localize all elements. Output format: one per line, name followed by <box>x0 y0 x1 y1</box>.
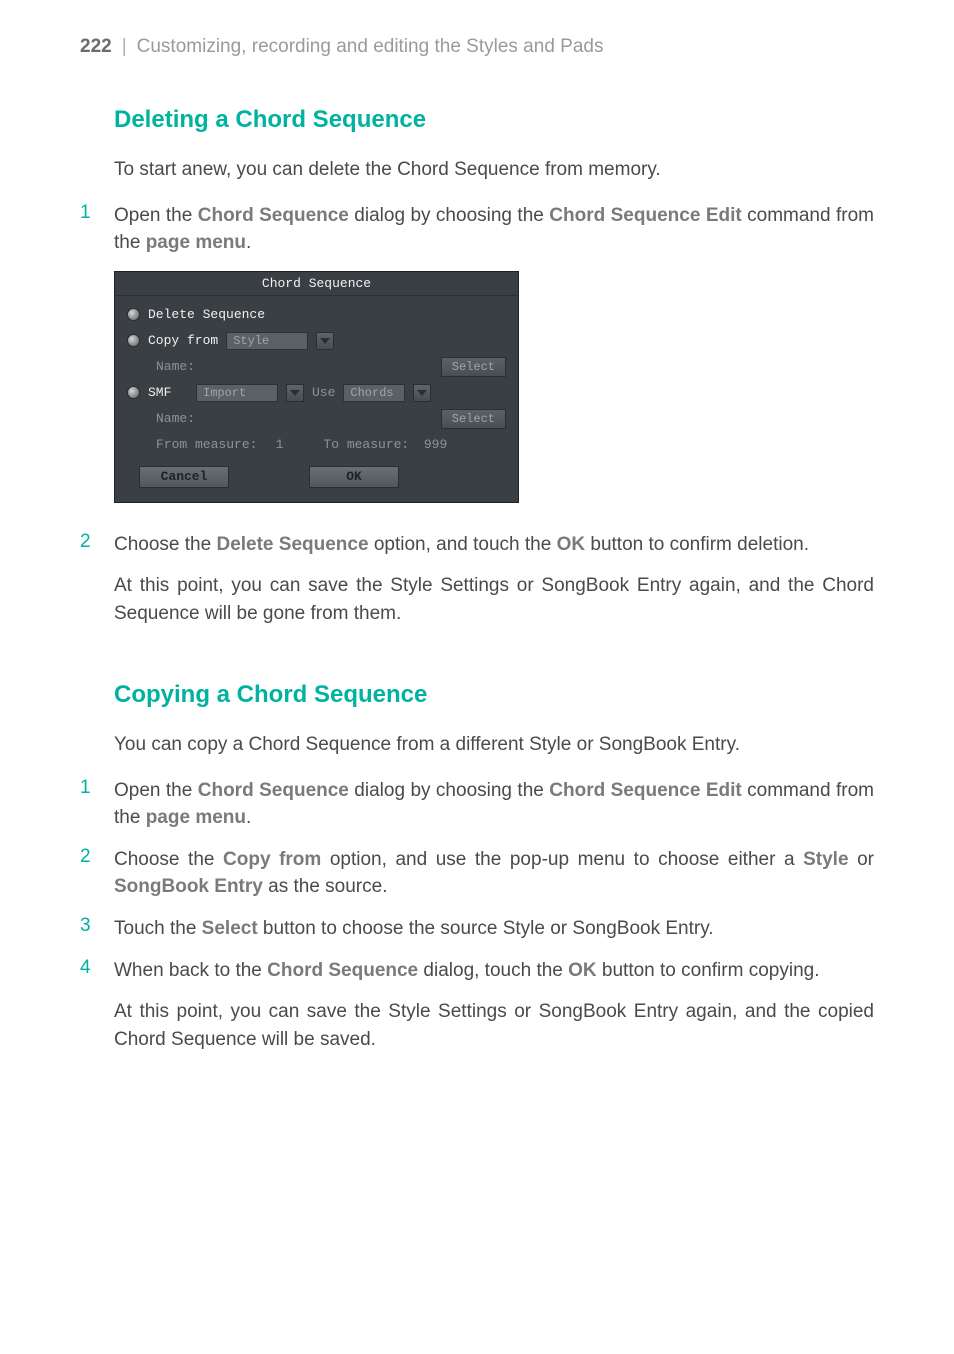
term-songbook-entry: SongBook Entry <box>114 876 263 897</box>
header-separator: | <box>122 36 127 58</box>
section2-after: At this point, you can save the Style Se… <box>114 998 874 1053</box>
to-measure-label: To measure: <box>323 437 409 452</box>
smf-value[interactable]: Import <box>196 384 278 402</box>
text: dialog, touch the <box>418 960 568 981</box>
page-header: 222 | Customizing, recording and editing… <box>80 36 874 58</box>
text: When back to the <box>114 960 267 981</box>
step-number: 1 <box>80 202 114 257</box>
text: . <box>246 807 251 828</box>
section2-step2: 2 Choose the Copy from option, and use t… <box>80 846 874 901</box>
step-body: Choose the Delete Sequence option, and t… <box>114 531 874 559</box>
name2-label: Name: <box>156 411 195 426</box>
term-style: Style <box>803 849 848 870</box>
text: Choose the <box>114 849 223 870</box>
term-chord-sequence: Chord Sequence <box>198 780 349 801</box>
select-button-2[interactable]: Select <box>441 409 506 429</box>
term-chord-sequence-edit: Chord Sequence Edit <box>549 780 741 801</box>
to-measure-value: 999 <box>417 437 447 452</box>
section2-step4: 4 When back to the Chord Sequence dialog… <box>80 957 874 985</box>
section1-intro: To start anew, you can delete the Chord … <box>114 156 874 184</box>
term-delete-sequence: Delete Sequence <box>216 534 368 555</box>
term-ok: OK <box>557 534 586 555</box>
section2-intro: You can copy a Chord Sequence from a dif… <box>114 731 874 759</box>
from-measure-value: 1 <box>265 437 283 452</box>
text: Choose the <box>114 534 216 555</box>
text: Open the <box>114 780 198 801</box>
from-measure-label: From measure: <box>156 437 257 452</box>
chevron-down-icon <box>290 390 300 396</box>
text: dialog by choosing the <box>349 780 549 801</box>
use-label: Use <box>312 385 335 400</box>
radio-copy-from[interactable] <box>127 334 140 347</box>
chevron-down-icon <box>320 338 330 344</box>
term-chord-sequence: Chord Sequence <box>267 960 418 981</box>
step-number: 4 <box>80 957 114 985</box>
use-dropdown[interactable] <box>413 384 431 402</box>
term-chord-sequence-edit: Chord Sequence Edit <box>549 205 741 226</box>
term-page-menu: page menu <box>146 232 246 253</box>
smf-label: SMF <box>148 385 188 400</box>
step-body: When back to the Chord Sequence dialog, … <box>114 957 874 985</box>
text: button to choose the source Style or Son… <box>258 918 714 939</box>
text: as the source. <box>263 876 388 897</box>
text: Touch the <box>114 918 202 939</box>
copy-from-dropdown[interactable] <box>316 332 334 350</box>
header-title: Customizing, recording and editing the S… <box>137 36 604 58</box>
radio-delete-sequence[interactable] <box>127 308 140 321</box>
copy-from-value[interactable]: Style <box>226 332 308 350</box>
ok-button[interactable]: OK <box>309 466 399 488</box>
text: option, and use the pop-up menu to choos… <box>321 849 803 870</box>
section1-step2: 2 Choose the Delete Sequence option, and… <box>80 531 874 559</box>
section1-step1: 1 Open the Chord Sequence dialog by choo… <box>80 202 874 257</box>
text: button to confirm copying. <box>597 960 820 981</box>
copy-from-label: Copy from <box>148 333 218 348</box>
smf-dropdown[interactable] <box>286 384 304 402</box>
cancel-button[interactable]: Cancel <box>139 466 229 488</box>
text: button to confirm deletion. <box>585 534 809 555</box>
radio-smf[interactable] <box>127 386 140 399</box>
section1-after: At this point, you can save the Style Se… <box>114 572 874 627</box>
section-heading-deleting: Deleting a Chord Sequence <box>114 106 874 134</box>
text: Open the <box>114 205 198 226</box>
step-body: Choose the Copy from option, and use the… <box>114 846 874 901</box>
step-number: 2 <box>80 531 114 559</box>
select-button-1[interactable]: Select <box>441 357 506 377</box>
chevron-down-icon <box>417 390 427 396</box>
dialog-title: Chord Sequence <box>115 272 518 296</box>
term-chord-sequence: Chord Sequence <box>198 205 349 226</box>
step-body: Touch the Select button to choose the so… <box>114 915 874 943</box>
text: . <box>246 232 251 253</box>
page-number: 222 <box>80 36 112 58</box>
delete-sequence-label: Delete Sequence <box>148 307 265 322</box>
step-body: Open the Chord Sequence dialog by choosi… <box>114 777 874 832</box>
chord-sequence-dialog: Chord Sequence Delete Sequence Copy from… <box>114 271 519 503</box>
text: or <box>849 849 874 870</box>
term-copy-from: Copy from <box>223 849 321 870</box>
use-value[interactable]: Chords <box>343 384 405 402</box>
step-number: 2 <box>80 846 114 901</box>
section2-step3: 3 Touch the Select button to choose the … <box>80 915 874 943</box>
term-page-menu: page menu <box>146 807 246 828</box>
dialog-screenshot: Chord Sequence Delete Sequence Copy from… <box>114 271 874 503</box>
name1-label: Name: <box>156 359 195 374</box>
section2-step1: 1 Open the Chord Sequence dialog by choo… <box>80 777 874 832</box>
step-number: 3 <box>80 915 114 943</box>
step-number: 1 <box>80 777 114 832</box>
section-heading-copying: Copying a Chord Sequence <box>114 681 874 709</box>
step-body: Open the Chord Sequence dialog by choosi… <box>114 202 874 257</box>
term-ok: OK <box>568 960 597 981</box>
text: dialog by choosing the <box>349 205 549 226</box>
text: option, and touch the <box>369 534 557 555</box>
term-select: Select <box>202 918 258 939</box>
